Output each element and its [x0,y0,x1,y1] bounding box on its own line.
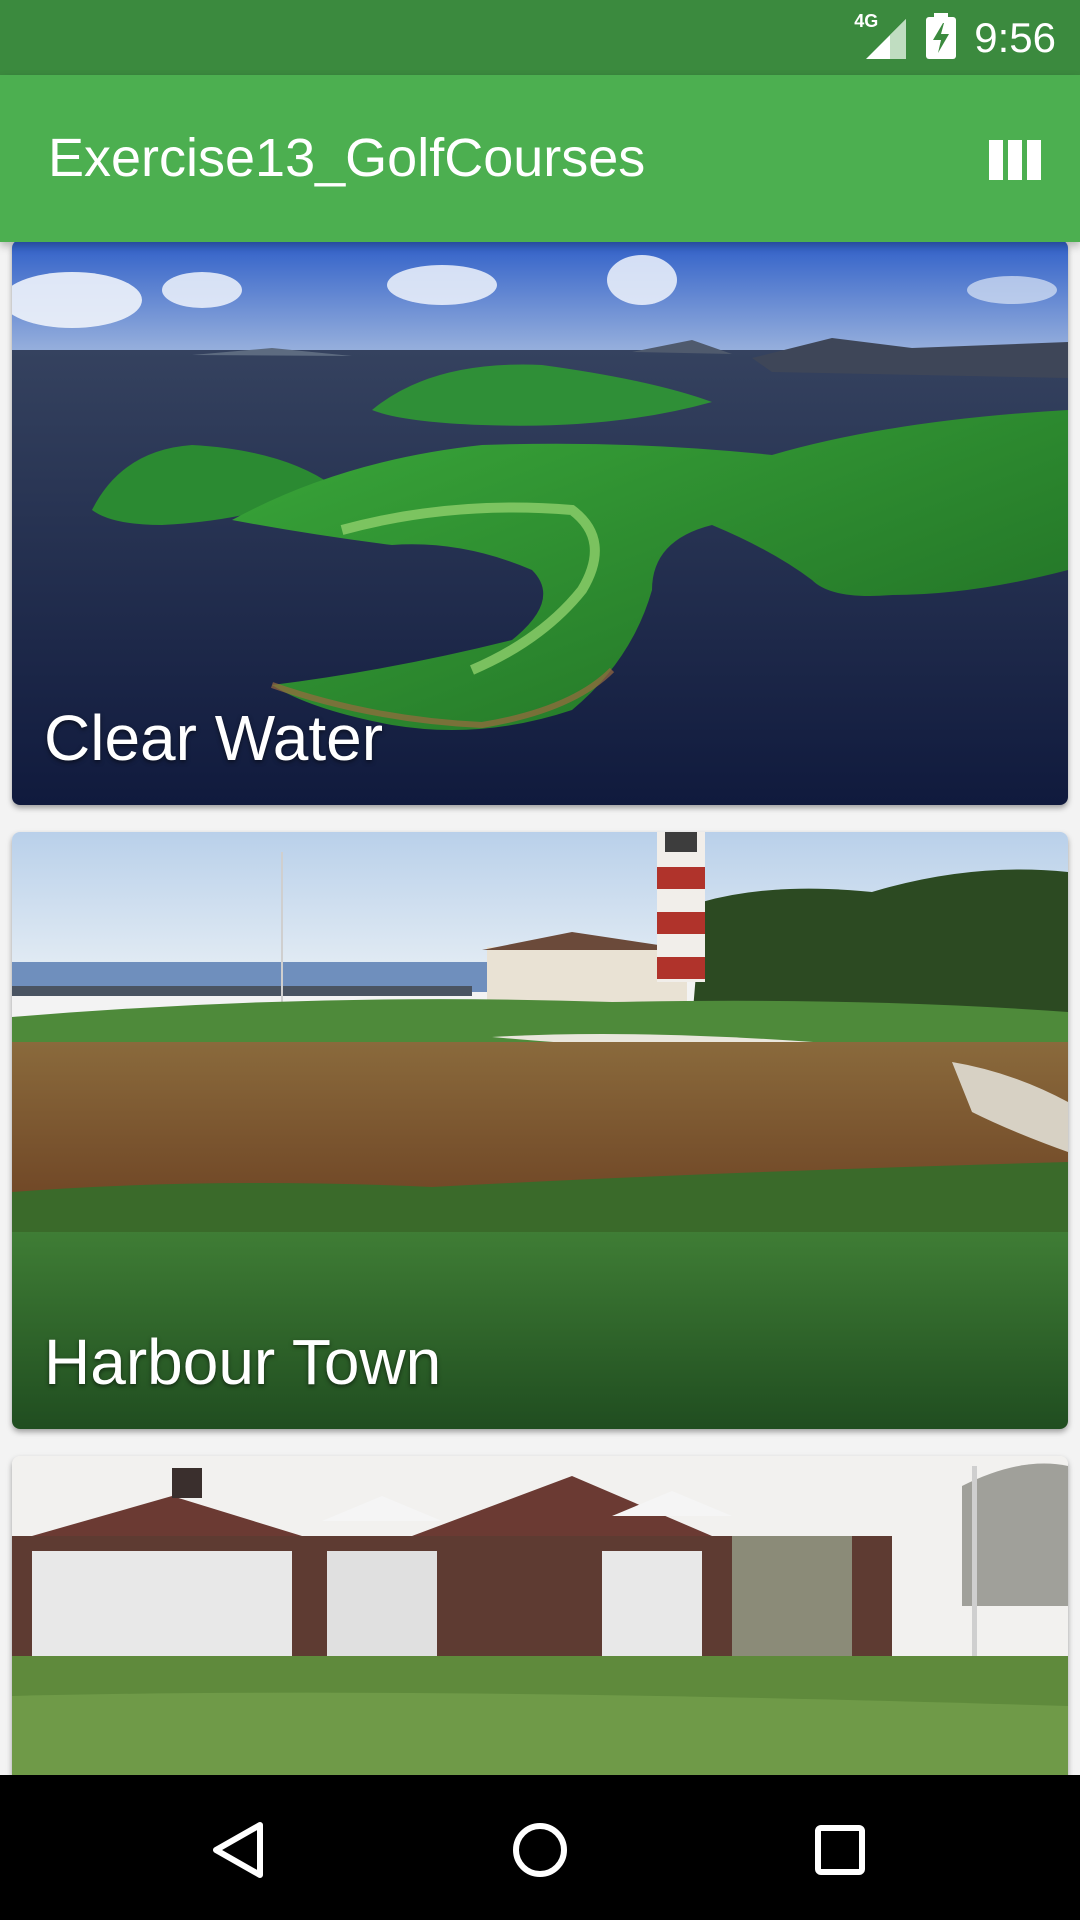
course-image [12,1456,1068,1775]
navigation-bar [0,1775,1080,1920]
app-bar: Exercise13_GolfCourses [0,75,1080,242]
home-icon [513,1823,567,1877]
app-title: Exercise13_GolfCourses [48,128,646,188]
status-bar: 4G 9:56 [0,0,1080,75]
course-card-harbour-town[interactable]: Harbour Town [12,832,1068,1429]
course-list: Clear Water Harbour Town [0,242,1080,1775]
course-card-clubhouse[interactable] [12,1456,1068,1775]
recents-button[interactable] [800,1810,880,1890]
back-button[interactable] [200,1810,280,1890]
signal-icon: 4G [854,11,908,61]
course-card-clear-water[interactable]: Clear Water [12,242,1068,805]
course-name: Clear Water [44,702,384,774]
course-name: Harbour Town [44,1326,442,1398]
back-icon [213,1822,263,1878]
home-button[interactable] [500,1810,580,1890]
recents-icon [815,1825,865,1875]
view-column-button[interactable] [980,125,1050,195]
battery-charging-icon [926,12,957,64]
status-icons: 4G 9:56 [854,11,1056,64]
status-time: 9:56 [974,14,1056,61]
view-column-icon [989,140,1041,180]
network-type-label: 4G [854,11,879,31]
